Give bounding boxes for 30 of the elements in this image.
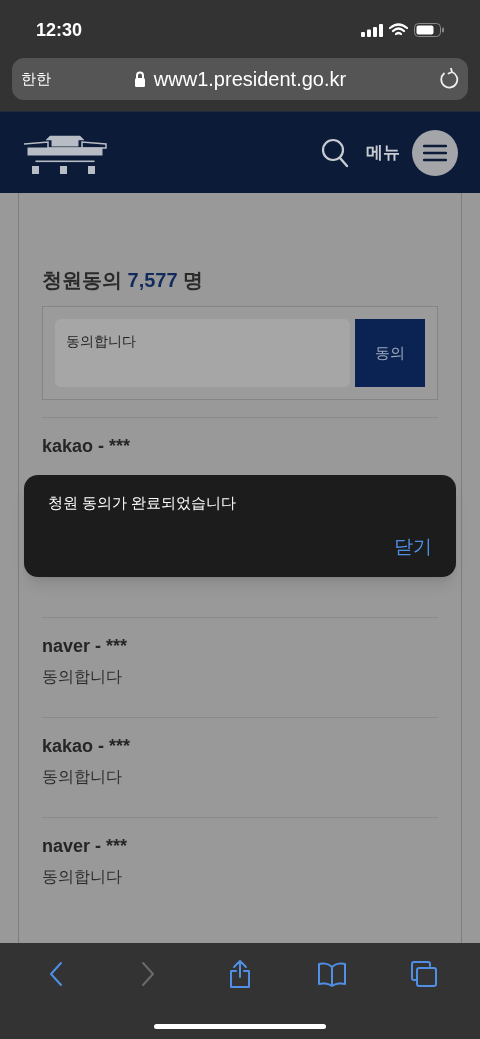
share-icon xyxy=(228,959,252,989)
forward-icon xyxy=(141,961,155,987)
reader-button[interactable]: 한한 xyxy=(21,67,51,91)
battery-icon xyxy=(414,23,444,37)
comment-author: naver - *** xyxy=(42,636,128,656)
book-icon xyxy=(317,961,347,987)
reload-icon[interactable] xyxy=(439,68,459,90)
comment-text: 동의합니다 xyxy=(42,668,122,685)
comment-author: naver - *** xyxy=(42,836,128,856)
search-icon[interactable] xyxy=(321,137,349,168)
address-bar[interactable]: 한한 www1.president.go.kr xyxy=(12,58,468,100)
comment-author: kakao - *** xyxy=(42,436,131,456)
comment-text: 동의합니다 xyxy=(42,768,122,785)
status-time: 12:30 xyxy=(36,18,83,42)
menu-icon xyxy=(423,143,447,162)
comment-text: 동의합니다 xyxy=(42,868,122,885)
menu-label[interactable]: 메뉴 xyxy=(366,139,400,166)
comment-field[interactable]: 동의합니다 xyxy=(55,319,350,387)
signal-icon xyxy=(361,23,383,37)
toast-message: 청원 동의가 완료되었습니다 xyxy=(48,493,238,513)
agree-button[interactable]: 동의 xyxy=(355,319,425,387)
wifi-icon xyxy=(389,23,408,37)
close-link[interactable]: 닫기 xyxy=(394,532,432,561)
url-text: www1.president.go.kr xyxy=(153,67,347,92)
lock-icon xyxy=(133,71,146,87)
comment-author: kakao - *** xyxy=(42,736,131,756)
menu-button[interactable] xyxy=(412,129,458,176)
petition-count: 청원동의 7,577 명 xyxy=(42,268,205,292)
back-icon xyxy=(49,961,63,987)
tabs-icon xyxy=(410,960,438,988)
